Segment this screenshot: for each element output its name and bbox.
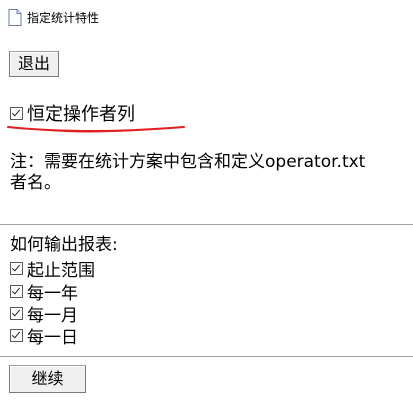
checkbox-checked-icon[interactable] — [10, 328, 23, 342]
yearly-checkbox[interactable]: 每一年 — [10, 280, 78, 304]
checkbox-checked-icon[interactable] — [10, 284, 23, 298]
page-title: 指定统计特性 — [27, 10, 100, 25]
checkbox-checked-icon[interactable] — [10, 261, 23, 275]
red-underline-annotation — [7, 126, 185, 133]
section-divider — [0, 224, 413, 225]
range-checkbox[interactable]: 起止范围 — [10, 257, 95, 281]
section-divider — [0, 356, 413, 357]
document-icon — [8, 8, 22, 26]
checkbox-checked-icon[interactable] — [10, 306, 23, 320]
output-report-heading: 如何输出报表: — [10, 235, 118, 255]
exit-button[interactable]: 退出 — [9, 51, 59, 77]
monthly-checkbox[interactable]: 每一月 — [10, 302, 78, 326]
page-header: 指定统计特性 — [8, 8, 99, 26]
daily-label: 每一日 — [27, 327, 78, 348]
note-text: 注：需要在统计方案中包含和定义operator.txt 者名。 — [10, 152, 366, 193]
continue-button[interactable]: 继续 — [9, 365, 86, 393]
range-label: 起止范围 — [27, 260, 95, 281]
daily-checkbox[interactable]: 每一日 — [10, 324, 78, 348]
